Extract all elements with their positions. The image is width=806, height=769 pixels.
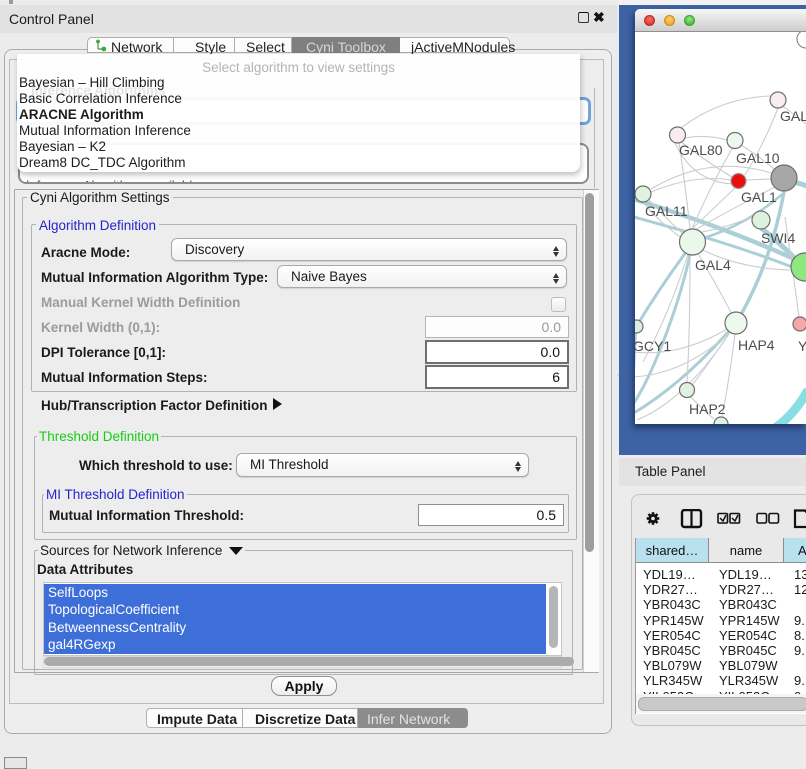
svg-text:HAP4: HAP4 bbox=[738, 337, 775, 353]
svg-text:GAL: GAL bbox=[780, 108, 806, 124]
svg-text:GAL11: GAL11 bbox=[645, 203, 688, 219]
svg-text:SWI4: SWI4 bbox=[761, 230, 795, 246]
svg-text:GAL4: GAL4 bbox=[695, 257, 731, 273]
svg-text:Y: Y bbox=[798, 338, 806, 354]
svg-text:GAL10: GAL10 bbox=[736, 150, 780, 166]
svg-text:HAP2: HAP2 bbox=[689, 401, 726, 417]
svg-text:GAL1: GAL1 bbox=[741, 189, 777, 205]
svg-text:GAL80: GAL80 bbox=[679, 142, 723, 158]
svg-text:GCY1: GCY1 bbox=[635, 338, 671, 354]
